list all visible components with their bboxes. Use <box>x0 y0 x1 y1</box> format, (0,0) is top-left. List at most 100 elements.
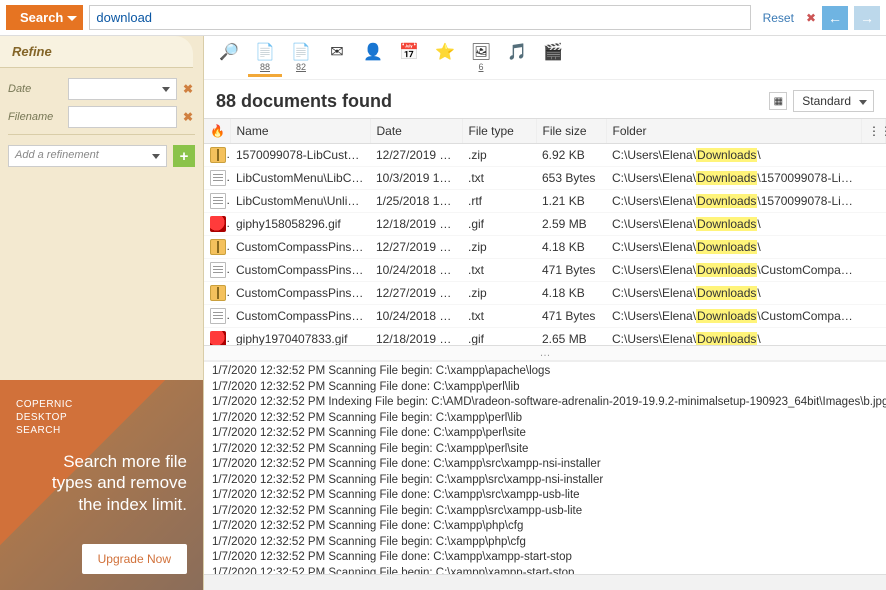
filter-glyph-icon: 🎬 <box>536 44 570 62</box>
table-row[interactable]: CustomCompassPins\Custo…10/24/2018 1:11:… <box>204 305 886 328</box>
indexing-log-pane[interactable]: 1/7/2020 12:32:52 PM Scanning File begin… <box>204 361 886 574</box>
table-row[interactable]: 1570099078-LibCustomMen…12/27/2019 7:28:… <box>204 144 886 167</box>
filter-icon-8[interactable]: 🎵 <box>500 42 534 77</box>
results-count-heading: 88 documents found <box>216 91 769 112</box>
view-mode-select[interactable]: Standard <box>793 90 874 112</box>
cell-type: .zip <box>462 144 536 167</box>
filter-icon-2[interactable]: 📄82 <box>284 42 318 77</box>
file-type-icon <box>210 216 226 232</box>
col-relevance[interactable]: 🔥 <box>204 119 230 144</box>
log-line: 1/7/2020 12:32:52 PM Scanning File done:… <box>212 457 878 473</box>
refine-filename-field[interactable] <box>68 106 177 128</box>
filter-count: 88 <box>248 62 282 72</box>
log-line: 1/7/2020 12:32:52 PM Scanning File begin… <box>212 442 878 458</box>
cell-size: 2.59 MB <box>536 213 606 236</box>
horizontal-scrollbar[interactable] <box>204 574 886 590</box>
cell-date: 10/3/2019 12:11:04… <box>370 167 462 190</box>
promo-text: Search more file types and remove the in… <box>16 451 187 515</box>
cell-type: .txt <box>462 167 536 190</box>
add-refinement-button[interactable]: + <box>173 145 195 167</box>
refine-tab[interactable]: Refine <box>0 36 193 68</box>
filter-glyph-icon: 📄 <box>284 44 318 62</box>
cell-date: 10/24/2018 1:11:26… <box>370 259 462 282</box>
search-button[interactable]: Search <box>6 5 83 30</box>
table-row[interactable]: CustomCompassPins.zip12/27/2019 7:29:32…… <box>204 282 886 305</box>
table-row[interactable]: LibCustomMenu\LibCustom…10/3/2019 12:11:… <box>204 167 886 190</box>
filter-icon-1[interactable]: 📄88 <box>248 42 282 77</box>
col-folder[interactable]: Folder <box>606 119 862 144</box>
nav-forward-button[interactable]: → <box>854 6 880 30</box>
reset-x-icon[interactable]: ✖ <box>806 11 816 25</box>
log-line: 1/7/2020 12:32:52 PM Indexing File begin… <box>212 395 878 411</box>
remove-refine-icon[interactable]: ✖ <box>181 82 195 96</box>
log-line: 1/7/2020 12:32:52 PM Scanning File done:… <box>212 519 878 535</box>
pane-separator[interactable]: … <box>204 346 886 361</box>
log-line: 1/7/2020 12:32:52 PM Scanning File begin… <box>212 411 878 427</box>
cell-name: CustomCompassPins\Custo… <box>230 259 370 282</box>
filter-icon-bar: 🔎📄88📄82✉👤📅⭐🖼6🎵🎬 <box>204 36 886 80</box>
filter-glyph-icon: ✉ <box>320 44 354 62</box>
results-table[interactable]: 🔥 Name Date File type File size Folder ⋮… <box>204 118 886 346</box>
nav-back-button[interactable]: ← <box>822 6 848 30</box>
table-row[interactable]: giphy1970407833.gif12/18/2019 10:11:2….g… <box>204 328 886 347</box>
upgrade-button[interactable]: Upgrade Now <box>82 544 187 574</box>
col-menu-icon[interactable]: ⋮⋮ <box>862 119 886 144</box>
filter-icon-5[interactable]: 📅 <box>392 42 426 77</box>
refine-date-field[interactable] <box>68 78 177 100</box>
cell-folder: C:\Users\Elena\Downloads\ <box>606 213 862 236</box>
cell-date: 12/18/2019 10:10:5… <box>370 213 462 236</box>
filter-glyph-icon: 🖼 <box>464 44 498 62</box>
file-type-icon <box>210 239 226 255</box>
filter-glyph-icon: ⭐ <box>428 44 462 62</box>
remove-refine-icon[interactable]: ✖ <box>181 110 195 124</box>
table-row[interactable]: LibCustomMenu\Unlicense.rtf1/25/2018 12:… <box>204 190 886 213</box>
col-filesize[interactable]: File size <box>536 119 606 144</box>
file-type-icon <box>210 193 226 209</box>
file-type-icon <box>210 147 226 163</box>
refine-sidebar: Refine Date ✖ Filename ✖ Add a refinemen… <box>0 36 204 590</box>
filter-icon-3[interactable]: ✉ <box>320 42 354 77</box>
filter-icon-9[interactable]: 🎬 <box>536 42 570 77</box>
log-line: 1/7/2020 12:32:52 PM Scanning File begin… <box>212 535 878 551</box>
cell-folder: C:\Users\Elena\Downloads\ <box>606 282 862 305</box>
col-filetype[interactable]: File type <box>462 119 536 144</box>
filter-icon-0[interactable]: 🔎 <box>212 42 246 77</box>
cell-folder: C:\Users\Elena\Downloads\ <box>606 328 862 347</box>
reset-link[interactable]: Reset <box>757 11 800 25</box>
log-line: 1/7/2020 12:32:52 PM Scanning File done:… <box>212 488 878 504</box>
filter-icon-7[interactable]: 🖼6 <box>464 42 498 77</box>
divider <box>8 134 195 135</box>
file-type-icon <box>210 262 226 278</box>
cell-name: CustomCompassPins.zip <box>230 282 370 305</box>
col-date[interactable]: Date <box>370 119 462 144</box>
search-input[interactable] <box>89 5 750 30</box>
filter-icon-6[interactable]: ⭐ <box>428 42 462 77</box>
cell-name: CustomCompassPins (1).zip <box>230 236 370 259</box>
table-row[interactable]: CustomCompassPins (1).zip12/27/2019 7:30… <box>204 236 886 259</box>
log-line: 1/7/2020 12:32:52 PM Scanning File begin… <box>212 364 878 380</box>
cell-size: 471 Bytes <box>536 259 606 282</box>
view-layout-icon[interactable]: ▦ <box>769 92 787 110</box>
cell-folder: C:\Users\Elena\Downloads\1570099078-LibC… <box>606 190 862 213</box>
refine-row-date: Date ✖ <box>8 78 195 100</box>
table-row[interactable]: CustomCompassPins\Custo…10/24/2018 1:11:… <box>204 259 886 282</box>
filter-glyph-icon: 👤 <box>356 44 390 62</box>
cell-name: giphy1970407833.gif <box>230 328 370 347</box>
cell-type: .gif <box>462 328 536 347</box>
col-name[interactable]: Name <box>230 119 370 144</box>
cell-type: .txt <box>462 259 536 282</box>
file-type-icon <box>210 308 226 324</box>
filter-icon-4[interactable]: 👤 <box>356 42 390 77</box>
refine-label: Date <box>8 83 64 95</box>
log-line: 1/7/2020 12:32:52 PM Scanning File done:… <box>212 426 878 442</box>
cell-name: LibCustomMenu\Unlicense.rtf <box>230 190 370 213</box>
cell-date: 12/27/2019 7:29:32… <box>370 282 462 305</box>
refine-label: Filename <box>8 111 64 123</box>
cell-name: LibCustomMenu\LibCustom… <box>230 167 370 190</box>
table-row[interactable]: giphy158058296.gif12/18/2019 10:10:5….gi… <box>204 213 886 236</box>
file-type-icon <box>210 331 226 346</box>
filter-glyph-icon: 📅 <box>392 44 426 62</box>
add-refinement-select[interactable]: Add a refinement <box>8 145 167 167</box>
cell-name: CustomCompassPins\Custo… <box>230 305 370 328</box>
cell-type: .gif <box>462 213 536 236</box>
